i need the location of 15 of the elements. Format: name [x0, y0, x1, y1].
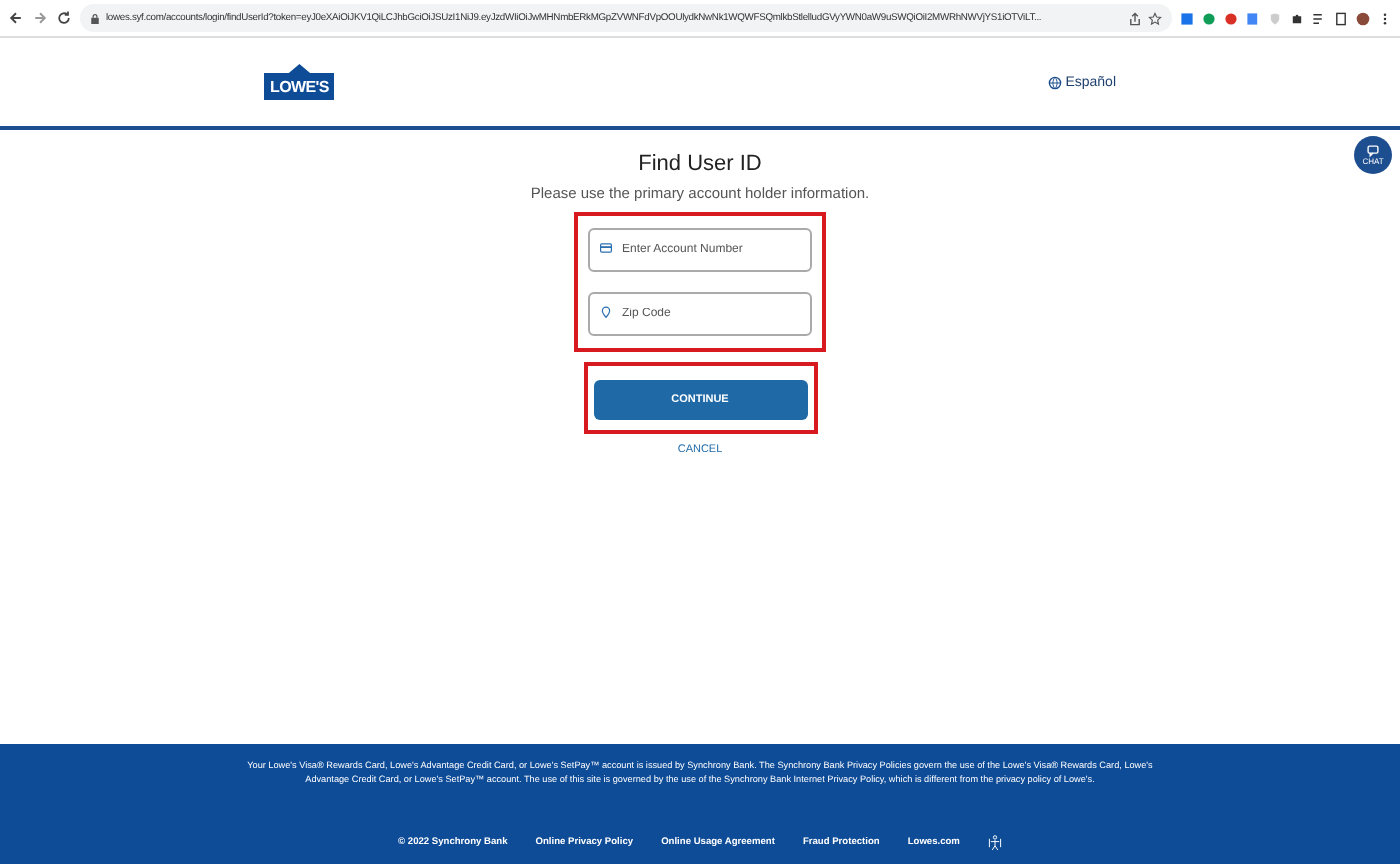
avatar-icon[interactable] — [1356, 11, 1370, 25]
page-title: Find User ID — [638, 152, 762, 176]
logo[interactable]: LOWE'S — [264, 64, 335, 100]
playlist-icon[interactable] — [1312, 11, 1326, 25]
share-icon[interactable] — [1128, 11, 1142, 25]
star-icon[interactable] — [1148, 11, 1162, 25]
globe-icon — [1047, 75, 1062, 89]
accessibility-icon[interactable] — [987, 834, 1002, 852]
menu-icon[interactable] — [1378, 11, 1392, 25]
forward-icon[interactable] — [32, 10, 48, 26]
back-icon[interactable] — [8, 10, 24, 26]
chat-icon — [1366, 144, 1380, 158]
lock-icon — [90, 11, 100, 25]
sidebar-icon[interactable] — [1334, 11, 1348, 25]
reload-icon[interactable] — [56, 10, 72, 26]
